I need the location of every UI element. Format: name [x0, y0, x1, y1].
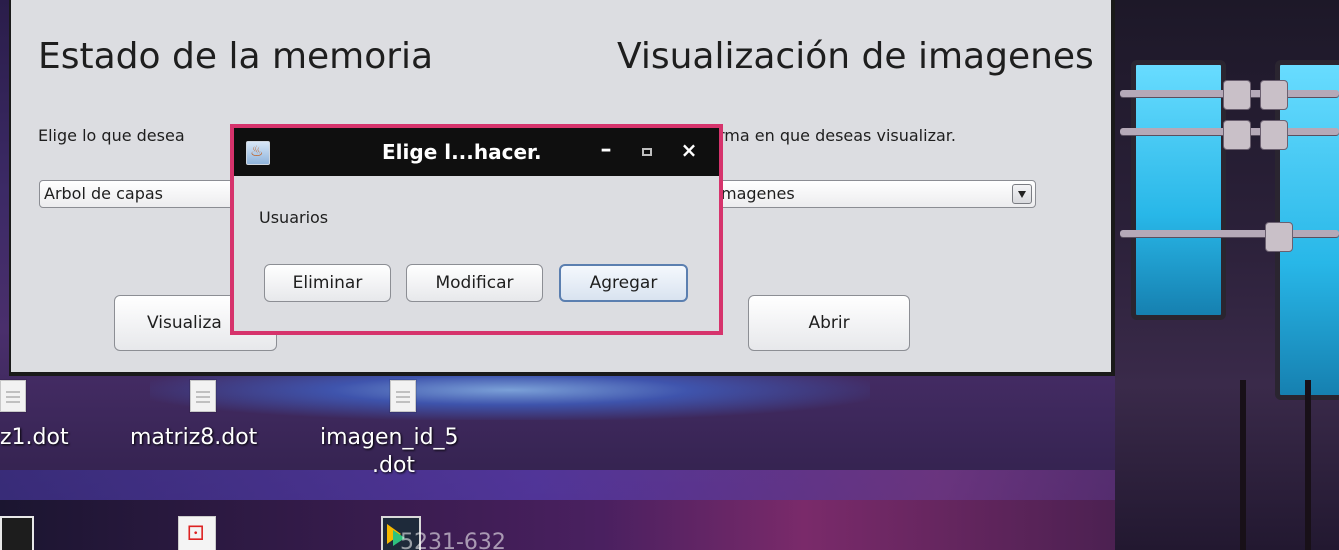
right-instruction-label: rma en que deseas visualizar.	[718, 126, 956, 145]
structure-select[interactable]: Arbol de capas	[39, 180, 239, 208]
pdf-icon[interactable]	[178, 516, 216, 550]
desktop-icon-label: z1.dot	[0, 425, 69, 450]
wallpaper-train	[1115, 0, 1339, 550]
train-post	[1240, 380, 1246, 550]
maximize-icon[interactable]	[642, 148, 652, 156]
memory-state-heading: Estado de la memoria	[38, 36, 434, 77]
close-icon[interactable]: ×	[679, 137, 699, 163]
train-clamp	[1260, 120, 1288, 150]
image-view-heading: Visualización de imagenes	[617, 36, 1094, 77]
train-clamp	[1223, 120, 1251, 150]
java-icon	[246, 141, 270, 165]
visualization-select-value: magenes	[721, 184, 795, 203]
train-window-left	[1131, 60, 1226, 320]
train-rail	[1120, 230, 1339, 237]
desktop-icon-label-partial: 5231-632	[400, 530, 506, 550]
left-instruction-label: Elige lo que desea	[38, 126, 185, 145]
visualization-select[interactable]: magenes	[706, 180, 1036, 208]
delete-button[interactable]: Eliminar	[264, 264, 391, 302]
train-clamp	[1260, 80, 1288, 110]
modify-button[interactable]: Modificar	[406, 264, 543, 302]
structure-select-value: Arbol de capas	[44, 184, 163, 203]
dialog-message: Usuarios	[259, 208, 329, 227]
desktop-icon-label: imagen_id_5	[320, 425, 459, 450]
train-post	[1305, 380, 1311, 550]
terminal-icon[interactable]	[0, 516, 34, 550]
file-icon	[190, 380, 216, 412]
desktop-icon-label: matriz8.dot	[130, 425, 258, 450]
train-clamp	[1223, 80, 1251, 110]
file-icon	[0, 380, 26, 412]
add-button[interactable]: Agregar	[559, 264, 688, 302]
file-icon	[390, 380, 416, 412]
train-clamp	[1265, 222, 1293, 252]
choose-action-dialog: Elige l...hacer. – × Usuarios Eliminar M…	[230, 124, 723, 335]
dialog-title: Elige l...hacer.	[382, 140, 542, 164]
chevron-down-icon[interactable]	[1012, 184, 1032, 204]
dialog-titlebar[interactable]: Elige l...hacer. – ×	[234, 128, 719, 176]
minimize-icon[interactable]: –	[596, 137, 616, 163]
desktop-icon-label: .dot	[372, 453, 416, 478]
open-button[interactable]: Abrir	[748, 295, 910, 351]
